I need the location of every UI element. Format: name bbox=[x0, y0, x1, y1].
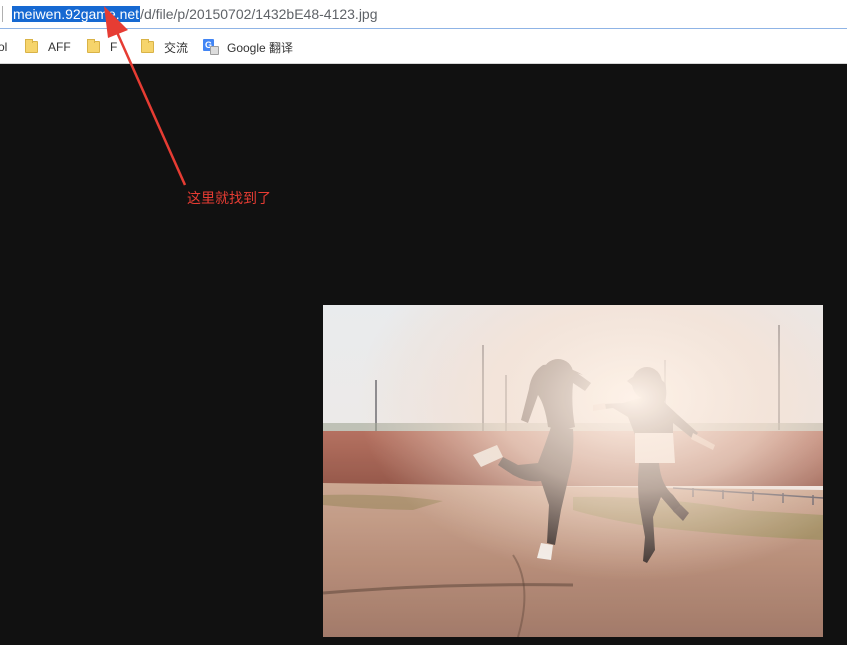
address-bar-divider bbox=[2, 6, 3, 22]
bookmark-ol[interactable]: ol bbox=[0, 38, 7, 56]
bookmark-folder-f[interactable]: F bbox=[87, 38, 117, 56]
bookmark-folder-aff[interactable]: AFF bbox=[25, 38, 71, 56]
url-path[interactable]: /d/file/p/20150702/1432bE48-4123.jpg bbox=[140, 6, 377, 22]
bookmark-label: 交流 bbox=[164, 40, 189, 55]
photo-two-girls-jumping bbox=[323, 305, 823, 637]
google-translate-icon: G bbox=[203, 39, 219, 55]
folder-icon bbox=[141, 39, 154, 53]
bookmark-label: AFF bbox=[48, 40, 71, 54]
bookmark-label: Google 翻译 bbox=[227, 40, 294, 55]
bookmark-label: ol bbox=[0, 40, 8, 54]
bookmark-google-translate[interactable]: G Google 翻译 bbox=[203, 38, 293, 56]
url-field[interactable]: meiwen.92game.net/d/file/p/20150702/1432… bbox=[12, 5, 378, 24]
annotation-text: 这里就找到了 bbox=[187, 191, 271, 207]
address-bar[interactable]: meiwen.92game.net/d/file/p/20150702/1432… bbox=[0, 0, 847, 29]
bookmarks-bar: ol AFF F 交流 G Google 翻译 bbox=[0, 29, 847, 64]
bookmark-folder-jiaoliu[interactable]: 交流 bbox=[141, 38, 188, 56]
folder-icon bbox=[25, 39, 38, 53]
bookmark-label: F bbox=[110, 40, 118, 54]
displayed-image bbox=[323, 305, 823, 637]
folder-icon bbox=[87, 39, 100, 53]
url-host-selected[interactable]: meiwen.92game.net bbox=[12, 6, 141, 22]
